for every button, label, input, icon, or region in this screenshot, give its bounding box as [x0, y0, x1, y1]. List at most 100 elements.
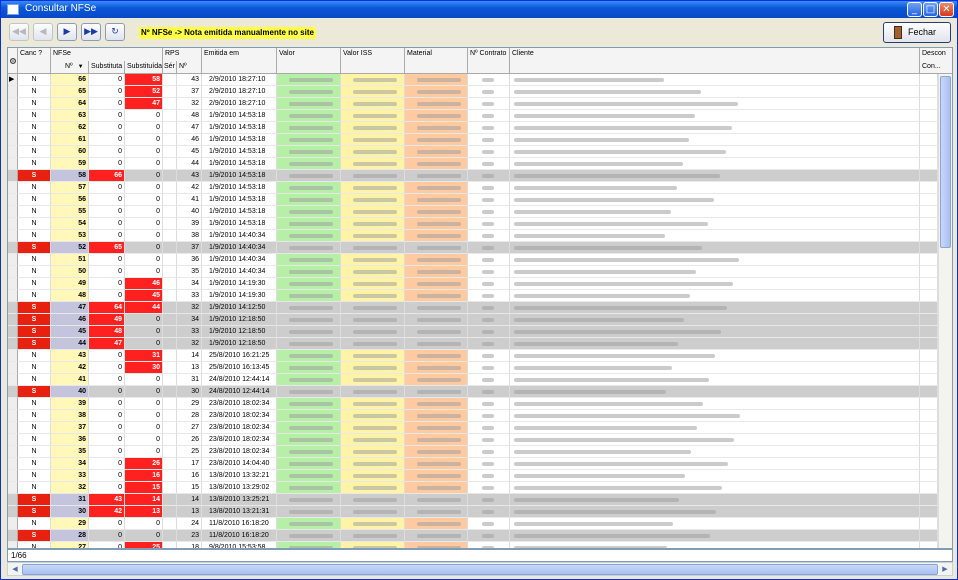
- cell-emitida[interactable]: 1/9/2010 14:53:18: [202, 170, 277, 182]
- cell-ser[interactable]: [163, 170, 177, 182]
- cell-cliente[interactable]: [510, 206, 920, 218]
- cell-material[interactable]: [405, 314, 468, 326]
- cell-valor[interactable]: [277, 230, 341, 242]
- cell-ser[interactable]: [163, 518, 177, 530]
- cell-rps-no[interactable]: 33: [177, 326, 202, 338]
- cell-substituta[interactable]: 0: [89, 446, 125, 458]
- cell-substituida[interactable]: 0: [125, 374, 163, 386]
- close-window-button[interactable]: ✕: [939, 2, 954, 17]
- cell-desconto[interactable]: [920, 158, 938, 170]
- cell-contrato[interactable]: [468, 386, 510, 398]
- col-contrato[interactable]: Nº Contrato: [468, 48, 510, 74]
- cell-substituida[interactable]: 0: [125, 518, 163, 530]
- row-indicator[interactable]: [8, 98, 18, 110]
- cell-emitida[interactable]: 11/8/2010 16:18:20: [202, 530, 277, 542]
- cell-material[interactable]: [405, 470, 468, 482]
- cell-substituida[interactable]: 0: [125, 230, 163, 242]
- col-material[interactable]: Material: [405, 48, 468, 74]
- cell-substituida[interactable]: 14: [125, 494, 163, 506]
- cell-cliente[interactable]: [510, 338, 920, 350]
- cell-emitida[interactable]: 1/9/2010 14:53:18: [202, 182, 277, 194]
- cell-desconto[interactable]: [920, 266, 938, 278]
- col-emitida[interactable]: Emitida em: [202, 48, 277, 74]
- cell-substituta[interactable]: 0: [89, 86, 125, 98]
- cell-substituta[interactable]: 0: [89, 470, 125, 482]
- cell-ser[interactable]: [163, 134, 177, 146]
- cell-ser[interactable]: [163, 122, 177, 134]
- cell-nfse-no[interactable]: 45: [51, 326, 89, 338]
- cell-substituta[interactable]: 0: [89, 230, 125, 242]
- cell-valor[interactable]: [277, 434, 341, 446]
- cell-canc[interactable]: S: [18, 506, 51, 518]
- cell-valor-iss[interactable]: [341, 278, 405, 290]
- cell-contrato[interactable]: [468, 290, 510, 302]
- cell-valor[interactable]: [277, 98, 341, 110]
- cell-rps-no[interactable]: 15: [177, 482, 202, 494]
- cell-cliente[interactable]: [510, 122, 920, 134]
- col-substituida[interactable]: Substituída: [125, 61, 163, 74]
- cell-nfse-no[interactable]: 52: [51, 242, 89, 254]
- cell-desconto[interactable]: [920, 350, 938, 362]
- cell-rps-no[interactable]: 46: [177, 134, 202, 146]
- cell-substituta[interactable]: 0: [89, 374, 125, 386]
- cell-material[interactable]: [405, 302, 468, 314]
- cell-cliente[interactable]: [510, 386, 920, 398]
- cell-valor[interactable]: [277, 506, 341, 518]
- cell-substituta[interactable]: 0: [89, 206, 125, 218]
- cell-ser[interactable]: [163, 434, 177, 446]
- cell-ser[interactable]: [163, 410, 177, 422]
- cell-cliente[interactable]: [510, 434, 920, 446]
- cell-valor[interactable]: [277, 422, 341, 434]
- cell-substituida[interactable]: 0: [125, 122, 163, 134]
- cell-rps-no[interactable]: 34: [177, 278, 202, 290]
- cell-nfse-no[interactable]: 54: [51, 218, 89, 230]
- cell-desconto[interactable]: [920, 254, 938, 266]
- cell-ser[interactable]: [163, 242, 177, 254]
- cell-valor-iss[interactable]: [341, 314, 405, 326]
- cell-rps-no[interactable]: 17: [177, 458, 202, 470]
- col-desconto-con[interactable]: Con...: [920, 61, 952, 74]
- cell-substituta[interactable]: 65: [89, 242, 125, 254]
- cell-substituta[interactable]: 0: [89, 458, 125, 470]
- cell-substituida[interactable]: 46: [125, 278, 163, 290]
- cell-nfse-no[interactable]: 29: [51, 518, 89, 530]
- cell-valor-iss[interactable]: [341, 122, 405, 134]
- cell-contrato[interactable]: [468, 398, 510, 410]
- cell-rps-no[interactable]: 43: [177, 74, 202, 86]
- cell-ser[interactable]: [163, 74, 177, 86]
- cell-canc[interactable]: N: [18, 518, 51, 530]
- cell-nfse-no[interactable]: 65: [51, 86, 89, 98]
- cell-substituida[interactable]: 16: [125, 470, 163, 482]
- cell-ser[interactable]: [163, 158, 177, 170]
- cell-contrato[interactable]: [468, 542, 510, 548]
- cell-substituta[interactable]: 0: [89, 518, 125, 530]
- cell-substituida[interactable]: 47: [125, 98, 163, 110]
- cell-emitida[interactable]: 9/8/2010 15:53:58: [202, 542, 277, 548]
- cell-substituta[interactable]: 47: [89, 338, 125, 350]
- cell-valor[interactable]: [277, 254, 341, 266]
- cell-contrato[interactable]: [468, 98, 510, 110]
- row-indicator[interactable]: [8, 374, 18, 386]
- table-row[interactable]: N 36 0 0 26 23/8/2010 18:02:34: [8, 434, 938, 446]
- cell-rps-no[interactable]: 37: [177, 242, 202, 254]
- row-indicator[interactable]: [8, 518, 18, 530]
- cell-valor-iss[interactable]: [341, 134, 405, 146]
- cell-valor-iss[interactable]: [341, 422, 405, 434]
- cell-nfse-no[interactable]: 43: [51, 350, 89, 362]
- cell-cliente[interactable]: [510, 254, 920, 266]
- cell-contrato[interactable]: [468, 482, 510, 494]
- cell-desconto[interactable]: [920, 278, 938, 290]
- row-indicator[interactable]: [8, 290, 18, 302]
- cell-cliente[interactable]: [510, 170, 920, 182]
- cell-valor[interactable]: [277, 218, 341, 230]
- cell-cliente[interactable]: [510, 458, 920, 470]
- cell-ser[interactable]: [163, 470, 177, 482]
- cell-emitida[interactable]: 1/9/2010 14:40:34: [202, 266, 277, 278]
- cell-contrato[interactable]: [468, 242, 510, 254]
- cell-ser[interactable]: [163, 146, 177, 158]
- row-indicator[interactable]: ▶: [8, 74, 18, 86]
- cell-substituida[interactable]: 44: [125, 302, 163, 314]
- cell-emitida[interactable]: 1/9/2010 14:53:18: [202, 158, 277, 170]
- cell-contrato[interactable]: [468, 254, 510, 266]
- cell-rps-no[interactable]: 32: [177, 302, 202, 314]
